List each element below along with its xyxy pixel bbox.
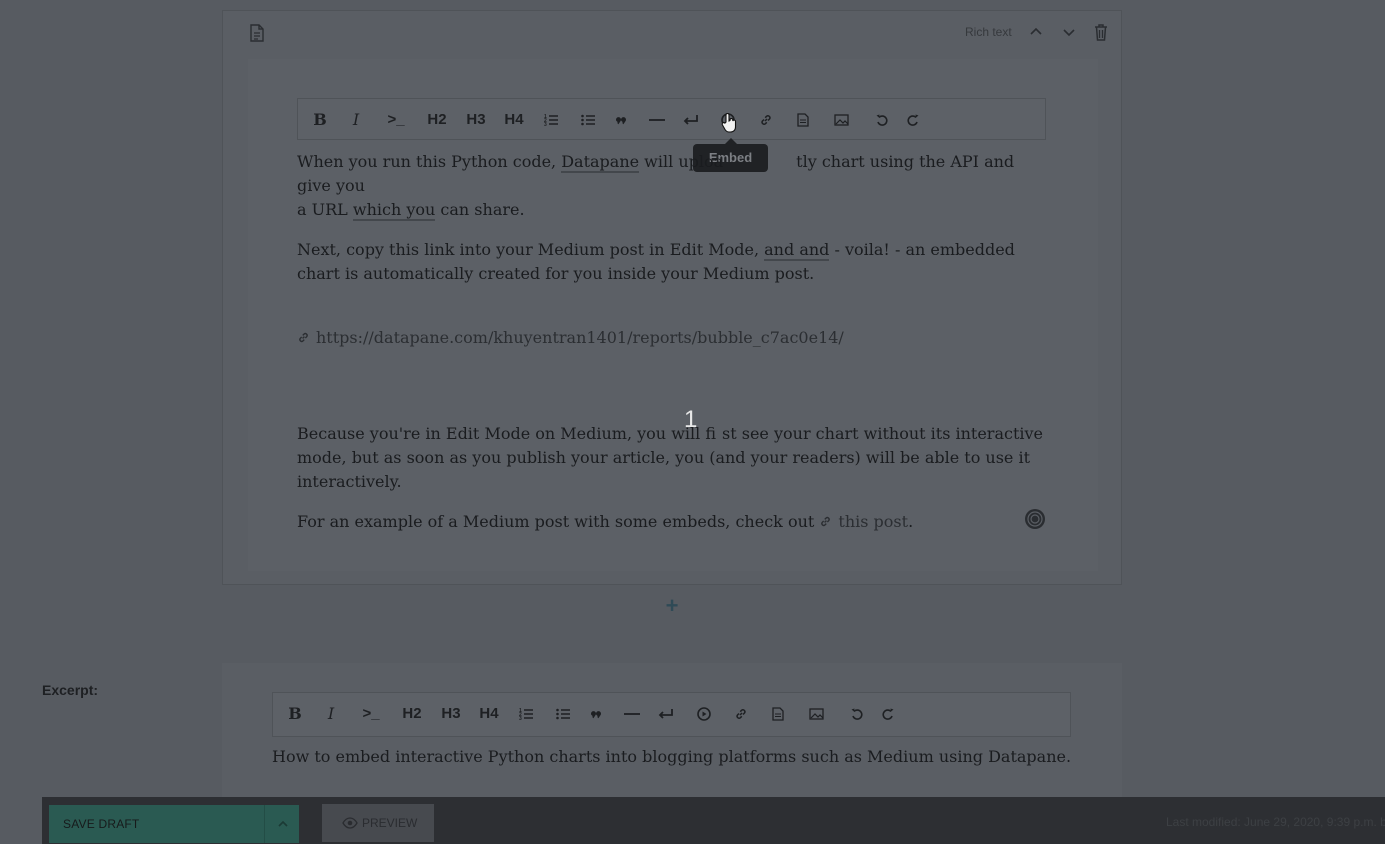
h3-button[interactable]: H3 xyxy=(464,99,488,141)
text: can share. xyxy=(435,200,525,219)
svg-text:3: 3 xyxy=(544,122,547,127)
text: a URL xyxy=(297,200,353,219)
link-icon xyxy=(821,516,831,527)
chevron-up-icon[interactable] xyxy=(1028,23,1044,41)
ordered-list-icon[interactable]: 123 xyxy=(541,99,561,141)
chevron-down-icon[interactable] xyxy=(1061,23,1077,41)
blockquote-icon[interactable] xyxy=(586,693,606,735)
eye-icon xyxy=(342,817,358,829)
line-break-icon[interactable] xyxy=(681,99,701,141)
line-break-icon[interactable] xyxy=(656,693,676,735)
paragraph: When you run this Python code, Datapane … xyxy=(297,150,1047,222)
ordered-list-icon[interactable]: 123 xyxy=(516,693,536,735)
rich-text-block: Rich text xyxy=(222,10,1122,585)
paragraph: For an example of a Medium post with som… xyxy=(297,510,1047,534)
last-modified-text: Last modified: June 29, 2020, 9:39 p.m. … xyxy=(1166,815,1385,829)
paragraph: Next, copy this link into your Medium po… xyxy=(297,238,1047,286)
excerpt-toolbar: B I >_ H2 H3 H4 123 xyxy=(272,692,1071,737)
spellcheck-word[interactable]: Datapane xyxy=(561,152,640,173)
h2-button[interactable]: H2 xyxy=(400,693,424,735)
blockquote-icon[interactable] xyxy=(611,99,631,141)
preview-button[interactable]: PREVIEW xyxy=(322,804,434,842)
post-link[interactable]: this post xyxy=(838,512,908,531)
spellcheck-word[interactable]: which you xyxy=(352,200,436,221)
link-icon[interactable] xyxy=(731,693,751,735)
redo-icon[interactable] xyxy=(903,99,923,141)
trash-icon[interactable] xyxy=(1093,23,1109,41)
add-block-button[interactable]: + xyxy=(662,595,682,617)
h3-button[interactable]: H3 xyxy=(439,693,463,735)
code-button[interactable]: >_ xyxy=(359,693,383,735)
embed-icon[interactable] xyxy=(694,693,714,735)
document-icon xyxy=(250,24,264,42)
italic-button[interactable]: I xyxy=(321,693,341,735)
paragraph: Because you're in Edit Mode on Medium, y… xyxy=(297,422,1047,494)
editor-toolbar: B I >_ H2 H3 H4 123 xyxy=(297,98,1046,140)
link-icon xyxy=(299,332,308,343)
paragraph: https://datapane.com/khuyentran1401/repo… xyxy=(297,326,1047,350)
h2-button[interactable]: H2 xyxy=(425,99,449,141)
spellcheck-word[interactable]: and and xyxy=(764,240,830,261)
code-button[interactable]: >_ xyxy=(384,99,408,141)
text: Because you're in Edit Mode on Medium, y… xyxy=(297,424,716,443)
excerpt-text[interactable]: How to embed interactive Python charts i… xyxy=(272,745,1071,769)
italic-button[interactable]: I xyxy=(346,99,366,141)
h4-button[interactable]: H4 xyxy=(477,693,501,735)
horizontal-rule-icon[interactable] xyxy=(622,693,642,735)
excerpt-label: Excerpt: xyxy=(42,682,99,698)
chevron-up-icon[interactable] xyxy=(276,817,290,831)
preview-label: PREVIEW xyxy=(362,816,418,830)
undo-icon[interactable] xyxy=(872,99,892,141)
text: For an example of a Medium post with som… xyxy=(297,512,820,531)
bullet-list-icon[interactable] xyxy=(553,693,573,735)
svg-text:3: 3 xyxy=(519,716,522,721)
bold-button[interactable]: B xyxy=(285,693,305,735)
document-icon[interactable] xyxy=(793,99,813,141)
bullet-list-icon[interactable] xyxy=(578,99,598,141)
text: . xyxy=(908,512,914,531)
undo-icon[interactable] xyxy=(847,693,867,735)
link-icon[interactable] xyxy=(756,99,776,141)
divider xyxy=(264,805,265,843)
h4-button[interactable]: H4 xyxy=(502,99,526,141)
image-icon[interactable] xyxy=(831,99,851,141)
embed-link[interactable]: https://datapane.com/khuyentran1401/repo… xyxy=(316,328,844,347)
text: will uploa xyxy=(639,152,724,171)
redo-icon[interactable] xyxy=(878,693,898,735)
bold-button[interactable]: B xyxy=(310,99,330,141)
text: When you run this Python code, xyxy=(297,152,562,171)
horizontal-rule-icon[interactable] xyxy=(647,99,667,141)
document-icon[interactable] xyxy=(768,693,788,735)
save-draft-button[interactable]: SAVE DRAFT xyxy=(49,805,299,843)
text: Next, copy this link into your Medium po… xyxy=(297,240,765,259)
image-icon[interactable] xyxy=(806,693,826,735)
block-type-label: Rich text xyxy=(965,25,1012,39)
hand-cursor-icon xyxy=(721,113,737,133)
grammarly-icon[interactable] xyxy=(1024,508,1046,530)
save-draft-label: SAVE DRAFT xyxy=(63,817,140,831)
